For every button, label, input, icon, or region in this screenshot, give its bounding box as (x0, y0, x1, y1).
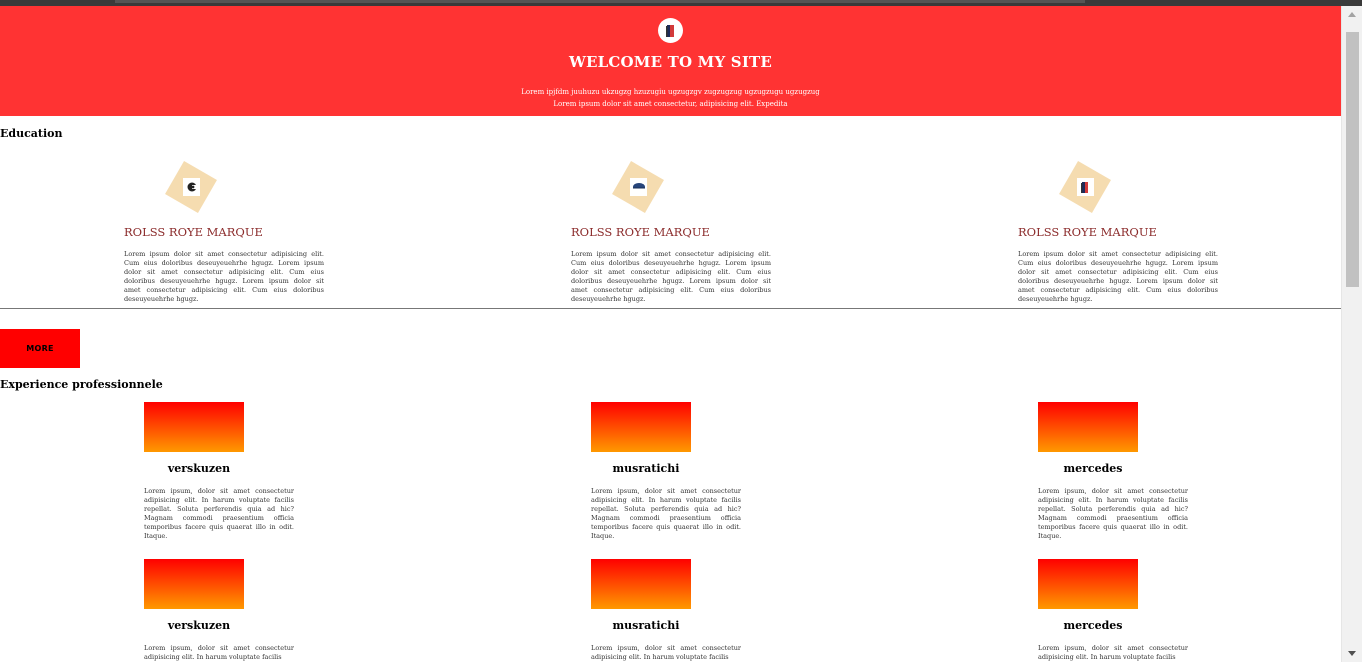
hat-icon (630, 178, 647, 196)
education-icon-badge (165, 161, 217, 213)
scroll-up-arrow-icon[interactable] (1348, 12, 1356, 17)
experience-title: mercedes (1063, 619, 1123, 632)
experience-description: Lorem ipsum, dolor sit amet consectetur … (1038, 487, 1188, 540)
experience-title: verskuzen (167, 462, 231, 475)
education-heading: Education (0, 127, 63, 140)
experience-title: musratichi (612, 462, 680, 475)
hero-subtitle: Lorem ipjfdm juuhuzu ukzugzg hzuzugiu ug… (0, 86, 1341, 110)
book-logo-icon (658, 18, 683, 43)
experience-description: Lorem ipsum, dolor sit amet consectetur … (591, 487, 741, 540)
hero-subtitle-line-2: Lorem ipsum dolor sit amet consectetur, … (553, 100, 788, 108)
experience-title: mercedes (1063, 462, 1123, 475)
experience-image (591, 402, 691, 452)
experience-description: Lorem ipsum, dolor sit amet consectetur … (591, 644, 741, 661)
experience-description: Lorem ipsum, dolor sit amet consectetur … (144, 644, 294, 661)
experience-image (1038, 402, 1138, 452)
education-description: Lorem ipsum dolor sit amet consectetur a… (571, 250, 771, 303)
education-description: Lorem ipsum dolor sit amet consectetur a… (124, 250, 324, 303)
section-divider (0, 308, 1341, 309)
cap-icon (183, 178, 200, 196)
experience-heading: Experience professionnele (0, 378, 163, 391)
page: WELCOME TO MY SITE Lorem ipjfdm juuhuzu … (0, 6, 1341, 662)
education-icon-badge (1059, 161, 1111, 213)
experience-image (144, 402, 244, 452)
vertical-scrollbar[interactable] (1341, 6, 1362, 662)
experience-description: Lorem ipsum, dolor sit amet consectetur … (144, 487, 294, 540)
experience-image (144, 559, 244, 609)
hero-subtitle-line-1: Lorem ipjfdm juuhuzu ukzugzg hzuzugiu ug… (521, 88, 820, 96)
hero-banner: WELCOME TO MY SITE Lorem ipjfdm juuhuzu … (0, 6, 1341, 116)
education-title: ROLSS ROYE MARQUE (571, 225, 710, 239)
education-title: ROLSS ROYE MARQUE (1018, 225, 1157, 239)
scroll-down-arrow-icon[interactable] (1348, 651, 1356, 656)
education-title: ROLSS ROYE MARQUE (124, 225, 263, 239)
experience-image (591, 559, 691, 609)
experience-description: Lorem ipsum, dolor sit amet consectetur … (1038, 644, 1188, 661)
page-title: WELCOME TO MY SITE (568, 53, 773, 71)
experience-title: verskuzen (167, 619, 231, 632)
more-button[interactable]: MORE (0, 329, 80, 368)
book-icon (1077, 178, 1094, 196)
education-icon-badge (612, 161, 664, 213)
scrollbar-thumb[interactable] (1346, 32, 1359, 287)
experience-image (1038, 559, 1138, 609)
experience-title: musratichi (612, 619, 680, 632)
education-description: Lorem ipsum dolor sit amet consectetur a… (1018, 250, 1218, 303)
browser-tab-strip (115, 0, 1085, 3)
